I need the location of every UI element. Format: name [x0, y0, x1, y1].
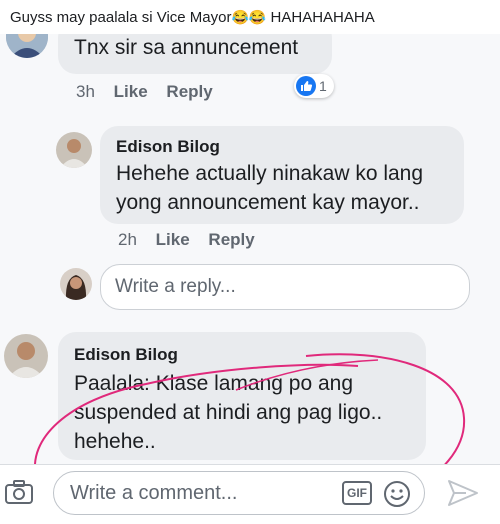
comment-placeholder: Write a comment...: [70, 482, 238, 504]
camera-button[interactable]: [4, 477, 34, 507]
comment-input[interactable]: Write a comment... GIF: [53, 471, 425, 515]
caption-text: Guyss may paalala si Vice Mayor: [10, 9, 232, 26]
current-user-avatar: [60, 268, 92, 300]
commenter-avatar[interactable]: [4, 334, 48, 378]
comment-composer-bar: Write a comment... GIF: [0, 464, 500, 523]
emoji-button[interactable]: [382, 479, 412, 509]
comment-text: Tnx sir sa annuncement: [74, 36, 299, 59]
camera-icon: [5, 480, 33, 504]
reaction-badge[interactable]: 1: [294, 74, 334, 98]
comment-text-line-3: hehehe..: [74, 430, 156, 453]
post-caption: Guyss may paalala si Vice Mayor😂😂 HAHAHA…: [0, 0, 500, 34]
reply-bubble: Edison Bilog Hehehe actually ninakaw ko …: [100, 126, 464, 224]
laughing-emoji-icon: 😂😂: [231, 9, 267, 25]
avatar-photo-icon: [4, 334, 48, 378]
comment-time: 3h: [76, 82, 95, 101]
comments-thread: Tnx sir sa annuncement 1 3h Like Reply E…: [0, 34, 500, 464]
reply-input[interactable]: Write a reply...: [100, 264, 470, 310]
reaction-count: 1: [319, 78, 327, 94]
reply-time: 2h: [118, 230, 137, 249]
like-link[interactable]: Like: [156, 230, 190, 249]
send-arrow-icon: [448, 480, 478, 506]
reply-placeholder: Write a reply...: [115, 276, 236, 297]
like-reaction-icon: [296, 76, 316, 96]
comment-text-line-1: Paalala: Klase lamang po ang: [74, 372, 354, 395]
comment-text-line-2: suspended at hindi ang pag ligo..: [74, 401, 383, 424]
comment-author-name[interactable]: Edison Bilog: [74, 345, 178, 365]
gif-button[interactable]: GIF: [342, 481, 372, 505]
reply-text-line-2: yong announcement kay mayor..: [116, 191, 420, 214]
avatar-photo-icon: [60, 268, 92, 300]
smiley-icon: [384, 481, 410, 507]
reply-author-avatar[interactable]: [56, 132, 92, 168]
comment-bubble: Edison Bilog Paalala: Klase lamang po an…: [58, 332, 426, 460]
commenter-avatar[interactable]: [6, 34, 48, 58]
reply-text-line-1: Hehehe actually ninakaw ko lang: [116, 162, 424, 185]
like-link[interactable]: Like: [114, 82, 148, 101]
caption-suffix: HAHAHAHAHA: [266, 9, 375, 26]
reply-author-name[interactable]: Edison Bilog: [116, 137, 220, 157]
avatar-photo-icon: [6, 34, 48, 58]
send-button[interactable]: [446, 477, 480, 509]
reply-meta: 2h Like Reply: [118, 230, 269, 250]
comment-bubble: Tnx sir sa annuncement: [58, 34, 332, 74]
comment-meta: 3h Like Reply: [76, 82, 227, 102]
reply-link[interactable]: Reply: [208, 230, 254, 249]
reply-link[interactable]: Reply: [166, 82, 212, 101]
gif-label: GIF: [347, 486, 367, 500]
avatar-photo-icon: [56, 132, 92, 168]
